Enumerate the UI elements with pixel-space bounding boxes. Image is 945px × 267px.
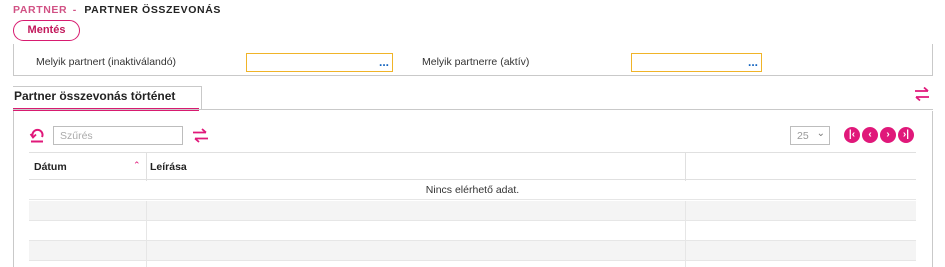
breadcrumb: PARTNER - PARTNER ÖSSZEVONÁS — [13, 4, 221, 16]
empty-table-message: Nincs elérhető adat. — [29, 180, 916, 200]
prev-page-icon[interactable]: ‹ — [862, 127, 878, 143]
page-title: PARTNER ÖSSZEVONÁS — [84, 4, 221, 16]
last-page-icon[interactable]: ›| — [898, 127, 914, 143]
swap-arrows-icon[interactable] — [192, 128, 209, 143]
tab-merge-history-label: Partner összevonás történet — [14, 89, 176, 103]
breadcrumb-separator: - — [72, 4, 77, 16]
swap-arrows-icon[interactable] — [913, 86, 931, 102]
column-divider — [685, 153, 686, 181]
inactive-partner-label: Melyik partnert (inaktiválandó) — [36, 56, 177, 68]
table-row — [29, 261, 916, 267]
breadcrumb-parent[interactable]: PARTNER — [13, 4, 67, 16]
sort-ascending-icon[interactable]: ⌃ — [133, 160, 141, 171]
page-size-value: 25 — [797, 130, 809, 142]
active-partner-lookup-button[interactable]: ... — [748, 55, 758, 69]
inactive-partner-field[interactable]: ... — [246, 53, 393, 72]
inactive-partner-lookup-button[interactable]: ... — [379, 55, 389, 69]
tab-divider — [13, 109, 933, 110]
page-size-select[interactable]: 25 ⌄ — [790, 126, 830, 145]
tab-merge-history[interactable]: Partner összevonás történet — [13, 86, 202, 111]
active-partner-label: Melyik partnerre (aktív) — [422, 56, 530, 68]
next-page-icon[interactable]: › — [880, 127, 896, 143]
filter-input[interactable]: Szűrés — [53, 126, 183, 145]
column-header-date[interactable]: Dátum — [34, 161, 67, 173]
column-header-description[interactable]: Leírása — [150, 161, 187, 173]
merge-form-panel: Melyik partnert (inaktiválandó) ... Mely… — [13, 44, 933, 76]
table-row — [29, 201, 916, 221]
undo-icon[interactable] — [29, 127, 45, 143]
active-partner-field[interactable]: ... — [631, 53, 762, 72]
table-row — [29, 221, 916, 241]
save-button[interactable]: Mentés — [13, 20, 80, 41]
chevron-down-icon: ⌄ — [816, 128, 825, 139]
column-divider — [146, 153, 147, 181]
table-row — [29, 241, 916, 261]
first-page-icon[interactable]: |‹ — [844, 127, 860, 143]
table-header: Dátum ⌃ Leírása — [29, 152, 916, 181]
